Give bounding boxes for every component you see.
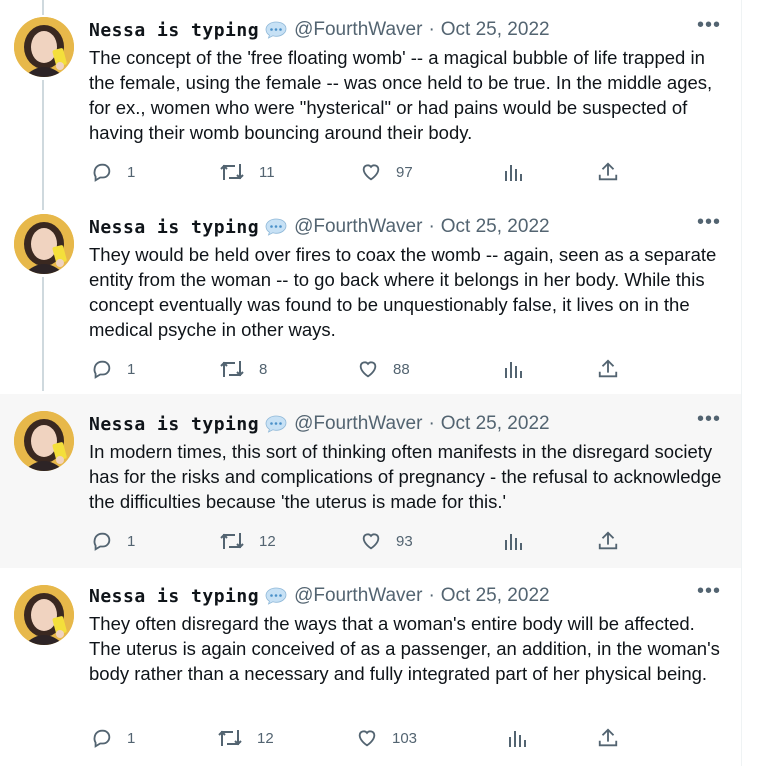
- avatar[interactable]: [14, 585, 74, 645]
- analytics-icon: [505, 534, 522, 550]
- tweet-text: In modern times, this sort of thinking o…: [89, 441, 722, 512]
- like-button[interactable]: 97: [360, 161, 413, 183]
- tweet-actions: 1 8 88: [89, 358, 729, 382]
- handle[interactable]: @FourthWaver: [294, 19, 422, 41]
- reply-icon: [93, 729, 111, 748]
- analytics-button[interactable]: [503, 530, 523, 552]
- analytics-button[interactable]: [503, 161, 523, 183]
- tweet-header: Nessa is typing @FourthWaver · Oct 25, 2…: [89, 216, 550, 238]
- more-horizontal-icon[interactable]: •••: [697, 15, 721, 35]
- like-button[interactable]: 93: [360, 530, 413, 552]
- heart-icon: [359, 361, 377, 378]
- more-horizontal-icon[interactable]: •••: [697, 409, 721, 429]
- timestamp[interactable]: Oct 25, 2022: [441, 216, 550, 238]
- like-button[interactable]: 103: [356, 727, 417, 749]
- reply-button[interactable]: 1: [91, 358, 135, 380]
- like-count: 93: [396, 532, 413, 550]
- timestamp[interactable]: Oct 25, 2022: [441, 413, 550, 435]
- display-name[interactable]: Nessa is typing: [89, 586, 259, 607]
- like-count: 88: [393, 360, 410, 378]
- display-name[interactable]: Nessa is typing: [89, 217, 259, 238]
- tweet[interactable]: Nessa is typing @FourthWaver · Oct 25, 2…: [0, 0, 741, 197]
- tweet-text: They often disregard the ways that a wom…: [89, 613, 720, 684]
- display-name[interactable]: Nessa is typing: [89, 414, 259, 435]
- retweet-icon: [220, 533, 244, 549]
- tweet-actions: 1 12 93: [89, 530, 729, 554]
- handle[interactable]: @FourthWaver: [294, 216, 422, 238]
- separator: ·: [428, 216, 435, 237]
- retweet-button[interactable]: 12: [219, 530, 276, 552]
- reply-icon: [93, 532, 111, 551]
- tweet-text: They would be held over fires to coax th…: [89, 244, 717, 340]
- tweet[interactable]: Nessa is typing @FourthWaver · Oct 25, 2…: [0, 394, 741, 568]
- reply-button[interactable]: 1: [91, 161, 135, 183]
- analytics-icon: [505, 362, 522, 378]
- like-button[interactable]: 88: [357, 358, 410, 380]
- retweet-icon: [220, 164, 244, 180]
- speech-bubble-emoji-icon: [265, 21, 287, 39]
- speech-bubble-emoji-icon: [265, 415, 287, 433]
- share-icon: [598, 728, 618, 747]
- reply-count: 1: [127, 163, 136, 181]
- display-name[interactable]: Nessa is typing: [89, 20, 259, 41]
- tweet-actions: 1 12 103: [89, 727, 729, 751]
- avatar[interactable]: [14, 214, 74, 274]
- retweet-count: 12: [257, 729, 274, 747]
- timeline-right-border: [741, 0, 742, 766]
- heart-icon: [362, 533, 380, 550]
- tweet-header: Nessa is typing @FourthWaver · Oct 25, 2…: [89, 19, 550, 41]
- share-button[interactable]: [597, 161, 619, 183]
- like-count: 97: [396, 163, 413, 181]
- handle[interactable]: @FourthWaver: [294, 413, 422, 435]
- timestamp[interactable]: Oct 25, 2022: [441, 585, 550, 607]
- timestamp[interactable]: Oct 25, 2022: [441, 19, 550, 41]
- analytics-icon: [505, 165, 522, 181]
- heart-icon: [358, 730, 376, 747]
- retweet-icon: [220, 361, 244, 377]
- retweet-icon: [218, 730, 242, 746]
- speech-bubble-emoji-icon: [265, 587, 287, 605]
- separator: ·: [428, 19, 435, 40]
- tweet-header: Nessa is typing @FourthWaver · Oct 25, 2…: [89, 413, 550, 435]
- retweet-button[interactable]: 12: [217, 727, 274, 749]
- share-icon: [598, 531, 618, 550]
- analytics-button[interactable]: [507, 727, 527, 749]
- share-button[interactable]: [597, 530, 619, 552]
- retweet-count: 11: [259, 163, 275, 181]
- avatar[interactable]: [14, 17, 74, 77]
- handle[interactable]: @FourthWaver: [294, 585, 422, 607]
- separator: ·: [428, 413, 435, 434]
- more-horizontal-icon[interactable]: •••: [697, 581, 721, 601]
- like-count: 103: [392, 729, 418, 747]
- tweet[interactable]: Nessa is typing @FourthWaver · Oct 25, 2…: [0, 197, 741, 394]
- tweet-actions: 1 11 97: [89, 161, 729, 185]
- tweet-header: Nessa is typing @FourthWaver · Oct 25, 2…: [89, 585, 550, 607]
- analytics-button[interactable]: [503, 358, 523, 380]
- separator: ·: [428, 585, 435, 606]
- tweet-text: The concept of the 'free floating womb' …: [89, 47, 713, 143]
- analytics-icon: [509, 731, 526, 747]
- share-icon: [598, 359, 618, 378]
- reply-button[interactable]: 1: [91, 727, 135, 749]
- heart-icon: [362, 164, 380, 181]
- avatar[interactable]: [14, 411, 74, 471]
- reply-count: 1: [127, 532, 136, 550]
- retweet-count: 8: [259, 360, 268, 378]
- retweet-count: 12: [259, 532, 276, 550]
- tweet[interactable]: Nessa is typing @FourthWaver · Oct 25, 2…: [0, 568, 741, 766]
- reply-count: 1: [127, 729, 136, 747]
- reply-count: 1: [127, 360, 136, 378]
- more-horizontal-icon[interactable]: •••: [697, 212, 721, 232]
- reply-button[interactable]: 1: [91, 530, 135, 552]
- reply-icon: [93, 360, 111, 379]
- retweet-button[interactable]: 8: [219, 358, 267, 380]
- retweet-button[interactable]: 11: [219, 161, 275, 183]
- reply-icon: [93, 163, 111, 182]
- share-icon: [598, 162, 618, 181]
- share-button[interactable]: [597, 727, 619, 749]
- speech-bubble-emoji-icon: [265, 218, 287, 236]
- share-button[interactable]: [597, 358, 619, 380]
